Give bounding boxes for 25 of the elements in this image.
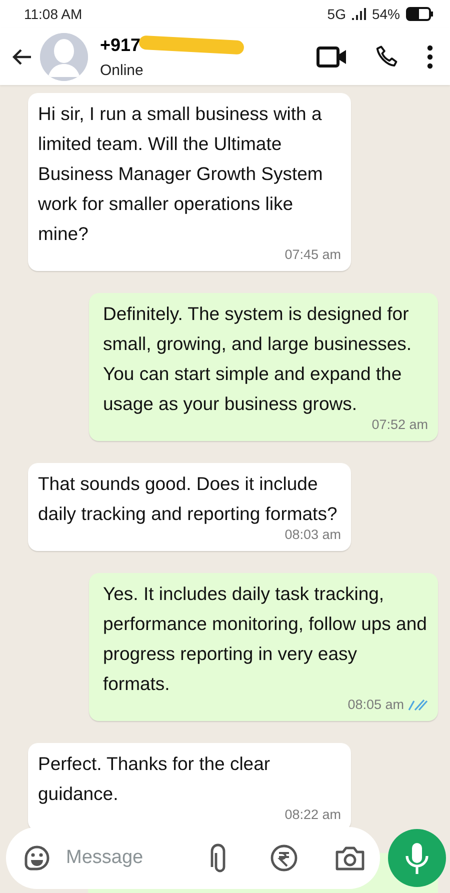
- message-time: 08:05 am: [348, 696, 404, 714]
- message-text: Definitely. The system is designed for small, growing, and large businesses. You can start simple and expand the usage as your business grows.: [103, 302, 412, 416]
- presence-status: Online: [100, 62, 144, 79]
- rupee-icon[interactable]: [270, 844, 298, 872]
- message-time: 08:22 am: [284, 806, 341, 824]
- status-time: 11:08 AM: [24, 6, 82, 22]
- message-time: 08:03 am: [284, 526, 341, 544]
- network-label: 5G: [327, 6, 346, 22]
- microphone-icon: [404, 841, 430, 875]
- battery-icon: [406, 7, 434, 22]
- sticker-icon[interactable]: [22, 843, 52, 873]
- video-call-button[interactable]: [316, 44, 348, 69]
- message-text: Perfect. Thanks for the clear guidance.: [38, 752, 272, 806]
- message-text: That sounds good. Does it include daily tracking and reporting formats?: [38, 472, 338, 526]
- attach-icon[interactable]: [208, 843, 228, 873]
- contact-name: +917: [100, 34, 141, 56]
- battery-percent: 54%: [372, 6, 400, 22]
- message-time: 07:52 am: [372, 416, 428, 434]
- menu-button[interactable]: [426, 44, 434, 69]
- signal-icon: [352, 8, 366, 20]
- camera-icon[interactable]: [334, 844, 366, 872]
- message-text: Yes. It includes daily task tracking, performance monitoring, follow ups and progress reporting in very easy formats.: [103, 582, 428, 696]
- message-text: Hi sir, I run a small business with a limited team. Will the Ultimate Business Manager Growth System work for smaller operations like mine?: [38, 102, 324, 246]
- message-field[interactable]: Message: [64, 846, 196, 870]
- message-time: 07:45 am: [284, 246, 341, 264]
